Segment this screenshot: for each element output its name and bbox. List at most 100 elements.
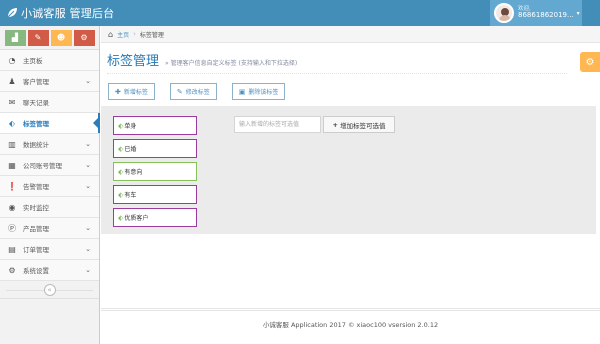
gear-icon: ⚙ bbox=[585, 56, 595, 68]
chevron-right-icon: › bbox=[133, 30, 136, 38]
add-tag-button[interactable]: ✚ 新增标签 bbox=[108, 83, 155, 100]
sidebar-item-label: 公司账号管理 bbox=[23, 162, 62, 170]
user-id: 86861862019... bbox=[518, 11, 574, 20]
edit-tag-label: 修改标签 bbox=[185, 89, 210, 96]
leaf-icon bbox=[7, 8, 17, 18]
footer-text: 小诚客服 Application 2017 © xiaoc100 vsersio… bbox=[262, 321, 439, 329]
exclamation-icon: ❗ bbox=[7, 181, 17, 191]
collapse-sidebar-button[interactable]: « bbox=[43, 283, 56, 296]
sidebar-item-alerts[interactable]: ❗ 告警管理 ⌄ bbox=[0, 176, 99, 197]
tag-icon: ⬖ bbox=[118, 190, 124, 199]
tag-label: 优质客户 bbox=[124, 215, 149, 222]
chevron-down-icon: ⌄ bbox=[85, 266, 91, 274]
delete-tag-label: 删除该标签 bbox=[248, 89, 279, 96]
chevron-down-icon: ⌄ bbox=[85, 161, 91, 169]
sidebar-item-settings[interactable]: ⚙ 系统设置 ⌄ bbox=[0, 260, 99, 281]
chevron-down-icon: ⌄ bbox=[85, 245, 91, 253]
add-tag-value-label: 增加标签可选值 bbox=[339, 121, 386, 130]
bar-chart-icon: ▥ bbox=[8, 139, 16, 149]
delete-tag-button[interactable]: ▣ 删除该标签 bbox=[231, 83, 286, 100]
chevron-down-icon: ⌄ bbox=[85, 224, 91, 232]
sidebar-item-label: 标签管理 bbox=[23, 120, 49, 128]
breadcrumb-home-link[interactable]: 主页 bbox=[117, 30, 129, 39]
sidebar-item-monitor[interactable]: ◉ 实时监控 bbox=[0, 197, 99, 218]
plus-icon: + bbox=[332, 120, 338, 129]
product-icon: Ⓟ bbox=[8, 223, 16, 233]
page-header: 标签管理 » 管理客户信息自定义标签 (支持输入和下拉选择) bbox=[107, 48, 567, 74]
edit-tag-button[interactable]: ✎ 修改标签 bbox=[169, 83, 217, 100]
group-icon: ♟ bbox=[8, 76, 16, 86]
users-shortcut-button[interactable]: ☻ bbox=[50, 29, 72, 46]
sidebar-item-tags[interactable]: ⬖ 标签管理 bbox=[0, 113, 100, 134]
sidebar-item-dashboard[interactable]: ◔ 主页板 bbox=[0, 50, 99, 71]
breadcrumb-current: 标签管理 bbox=[139, 31, 164, 39]
sidebar-item-label: 主页板 bbox=[23, 57, 43, 65]
users-icon: ☻ bbox=[56, 33, 66, 42]
pencil-shortcut-button[interactable]: ✎ bbox=[27, 29, 49, 46]
trash-icon: ▣ bbox=[238, 87, 246, 96]
chevron-down-icon: ⌄ bbox=[85, 182, 91, 190]
tag-icon: ⬖ bbox=[118, 213, 124, 222]
tag-icon: ⬖ bbox=[8, 118, 16, 128]
sidebar-item-products[interactable]: Ⓟ 产品管理 ⌄ bbox=[0, 218, 99, 239]
building-icon: ▦ bbox=[8, 160, 16, 170]
cogs-shortcut-button[interactable]: ⚙ bbox=[73, 29, 95, 46]
add-tag-label: 新增标签 bbox=[123, 89, 148, 96]
gear-icon: ⚙ bbox=[8, 265, 16, 275]
double-angle-left-icon: « bbox=[47, 285, 52, 294]
sidebar-item-label: 客户管理 bbox=[23, 78, 49, 86]
sidebar-item-statistics[interactable]: ▥ 数据统计 ⌄ bbox=[0, 134, 99, 155]
signal-icon: ▟ bbox=[11, 33, 19, 42]
sidebar-item-label: 订单管理 bbox=[23, 246, 49, 254]
sidebar: ▟ ✎ ☻ ⚙ ◔ 主页板 ♟ 客户管理 ⌄ ✉ 聊天记录 ⬖ 标签管理 ▥ 数… bbox=[0, 26, 100, 344]
sidebar-item-label: 产品管理 bbox=[23, 225, 49, 233]
breadcrumb: ⌂ 主页 › 标签管理 bbox=[101, 26, 600, 43]
sidebar-item-label: 数据统计 bbox=[23, 141, 49, 149]
home-icon: ⌂ bbox=[108, 29, 114, 39]
toolbar: ✚ 新增标签 ✎ 修改标签 ▣ 删除该标签 bbox=[108, 83, 286, 100]
page-subtitle-text: 管理客户信息自定义标签 (支持输入和下拉选择) bbox=[170, 60, 298, 67]
top-navbar: 小诚客服 管理后台 欢迎, 86861862019... ▾ bbox=[0, 0, 600, 26]
tag-item-selected[interactable]: ⬖ 有意向 bbox=[113, 162, 197, 181]
tag-icon: ⬖ bbox=[118, 167, 124, 176]
page-title: 标签管理 bbox=[107, 54, 160, 69]
tag-item[interactable]: ⬖ 已婚 bbox=[113, 139, 197, 158]
chevron-down-icon: ⌄ bbox=[85, 77, 91, 85]
brand[interactable]: 小诚客服 管理后台 bbox=[6, 5, 114, 21]
tag-label: 已婚 bbox=[124, 146, 137, 153]
user-menu[interactable]: 欢迎, 86861862019... ▾ bbox=[490, 0, 582, 26]
tag-item[interactable]: ⬖ 单身 bbox=[113, 116, 197, 135]
sidebar-collapse-bar: « bbox=[0, 281, 99, 299]
comments-icon: ✉ bbox=[8, 97, 16, 107]
sidebar-item-company-accounts[interactable]: ▦ 公司账号管理 ⌄ bbox=[0, 155, 99, 176]
chevron-down-icon: ⌄ bbox=[85, 140, 91, 148]
cogs-icon: ⚙ bbox=[80, 33, 88, 42]
signal-shortcut-button[interactable]: ▟ bbox=[4, 29, 26, 46]
tag-label: 有车 bbox=[124, 192, 137, 199]
caret-down-icon: ▾ bbox=[576, 9, 580, 17]
double-angle-right-icon: » bbox=[165, 60, 169, 67]
tag-value-input[interactable] bbox=[234, 116, 321, 133]
tag-item[interactable]: ⬖ 优质客户 bbox=[113, 208, 197, 227]
sidebar-item-label: 系统设置 bbox=[23, 267, 49, 275]
sidebar-item-customers[interactable]: ♟ 客户管理 ⌄ bbox=[0, 71, 99, 92]
sidebar-item-label: 实时监控 bbox=[23, 204, 49, 212]
tag-item[interactable]: ⬖ 有车 bbox=[113, 185, 197, 204]
avatar bbox=[494, 3, 514, 23]
pencil-icon: ✎ bbox=[34, 33, 42, 42]
sidebar-item-label: 告警管理 bbox=[23, 183, 49, 191]
settings-toggle-button[interactable]: ⚙ bbox=[580, 52, 600, 72]
sidebar-item-chat-records[interactable]: ✉ 聊天记录 bbox=[0, 92, 99, 113]
tag-icon: ⬖ bbox=[118, 121, 124, 130]
eye-icon: ◉ bbox=[8, 202, 16, 212]
page-subtitle: » 管理客户信息自定义标签 (支持输入和下拉选择) bbox=[165, 58, 297, 67]
sidebar-item-orders[interactable]: ▤ 订单管理 ⌄ bbox=[0, 239, 99, 260]
edit-icon: ✎ bbox=[176, 87, 183, 96]
tag-panel: ⬖ 单身 ⬖ 已婚 ⬖ 有意向 ⬖ 有车 ⬖ 优质客户 + 增加标签可选值 bbox=[101, 106, 596, 234]
plus-icon: ✚ bbox=[115, 87, 121, 96]
tag-icon: ⬖ bbox=[118, 144, 124, 153]
sidebar-item-label: 聊天记录 bbox=[23, 99, 49, 107]
footer: 小诚客服 Application 2017 © xiaoc100 vsersio… bbox=[101, 308, 600, 344]
shortcut-buttons: ▟ ✎ ☻ ⚙ bbox=[0, 26, 99, 50]
add-tag-value-button[interactable]: + 增加标签可选值 bbox=[323, 116, 395, 133]
